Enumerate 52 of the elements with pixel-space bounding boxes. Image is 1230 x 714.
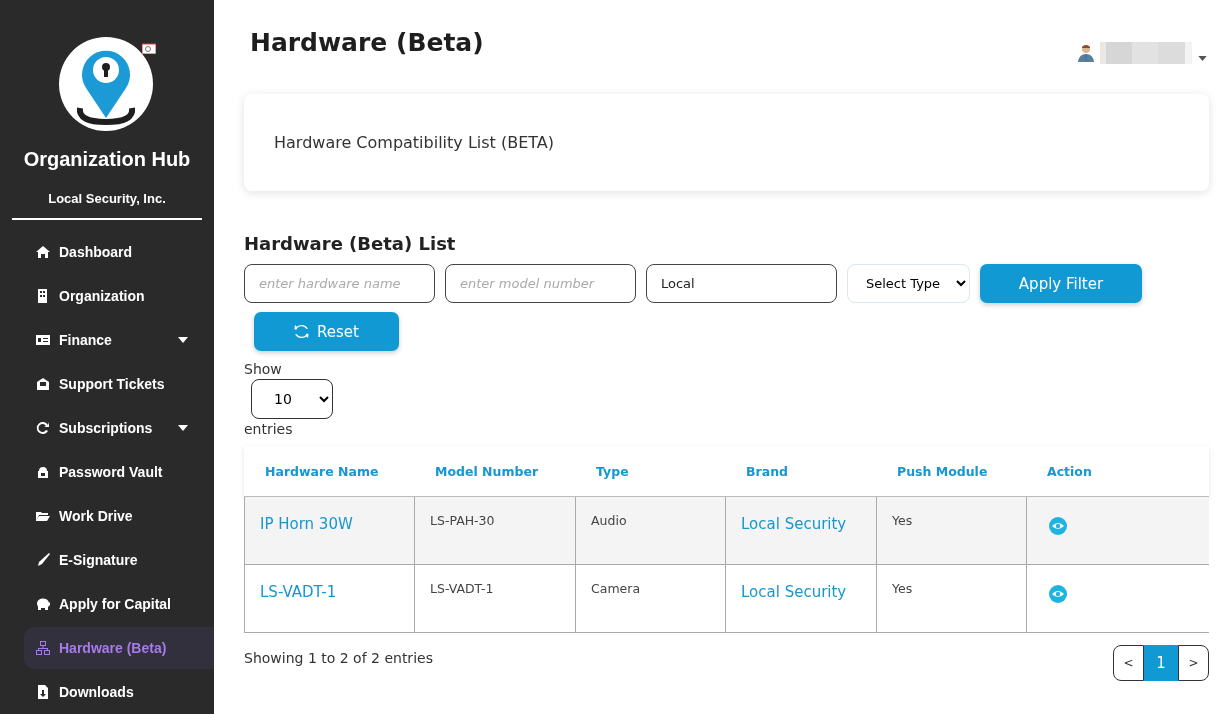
nav-item[interactable]: E-Signature xyxy=(24,539,214,581)
nav-icon xyxy=(36,597,50,611)
previous-page-button[interactable]: < xyxy=(1113,645,1144,681)
nav-icon xyxy=(36,377,50,391)
caret-icon xyxy=(1198,55,1207,61)
nav-item[interactable]: Downloads xyxy=(24,671,214,713)
next-page-button[interactable]: > xyxy=(1178,645,1209,681)
table-cell: Camera xyxy=(576,565,726,632)
nav-item[interactable]: Hardware (Beta) xyxy=(24,627,214,669)
nav-item[interactable]: Password Vault xyxy=(24,451,214,493)
section-title: Hardware (Beta) List xyxy=(244,233,456,254)
caret-icon xyxy=(178,425,188,431)
brand-field[interactable]: Local xyxy=(646,264,837,303)
nav-icon xyxy=(36,333,50,347)
table-cell: Audio xyxy=(576,497,726,564)
nav-item[interactable]: Finance xyxy=(24,319,214,361)
hardware-name-field[interactable]: enter hardware name xyxy=(244,264,435,303)
refresh-icon xyxy=(294,324,310,339)
user-avatar-icon xyxy=(1078,44,1094,62)
camera-icon[interactable] xyxy=(142,42,156,54)
table-cell: Yes xyxy=(877,565,1027,632)
nav-item[interactable]: Support Tickets xyxy=(24,363,214,405)
app-title: Organization Hub xyxy=(23,148,191,171)
show-label: Show xyxy=(244,361,282,377)
nav-icon xyxy=(36,685,50,699)
nav-icon xyxy=(36,509,50,523)
nav-icon xyxy=(36,245,50,259)
model-number-field[interactable]: enter model number xyxy=(445,264,636,303)
view-eye-icon[interactable] xyxy=(1049,585,1067,603)
entries-summary: Showing 1 to 2 of 2 entries xyxy=(244,650,433,666)
nav-item[interactable]: Subscriptions xyxy=(24,407,214,449)
nav-item[interactable]: Apply for Capital xyxy=(24,583,214,625)
caret-icon xyxy=(178,337,188,343)
entries-label: entries xyxy=(244,421,293,437)
user-menu[interactable] xyxy=(1078,42,1207,64)
nav-item[interactable]: Work Drive xyxy=(24,495,214,537)
table-cell: LS-PAH-30 xyxy=(415,497,576,564)
table-cell: LS-VADT-1 xyxy=(415,565,576,632)
nav-icon xyxy=(36,553,50,567)
card-title: Hardware Compatibility List (BETA) xyxy=(274,133,554,152)
page-title: Hardware (Beta) xyxy=(250,28,484,57)
nav-icon xyxy=(36,421,50,435)
type-select[interactable]: Select Type xyxy=(847,264,970,303)
view-eye-icon[interactable] xyxy=(1049,517,1067,535)
table-cell: Yes xyxy=(877,497,1027,564)
nav-icon xyxy=(36,289,50,303)
nav-item[interactable]: Organization xyxy=(24,275,214,317)
company-name: Local Security, Inc. xyxy=(48,191,166,206)
nav-icon xyxy=(36,641,50,655)
nav-icon xyxy=(36,465,50,479)
nav-item[interactable]: Dashboard xyxy=(24,231,214,273)
page-size-select[interactable]: 10 xyxy=(251,379,333,419)
